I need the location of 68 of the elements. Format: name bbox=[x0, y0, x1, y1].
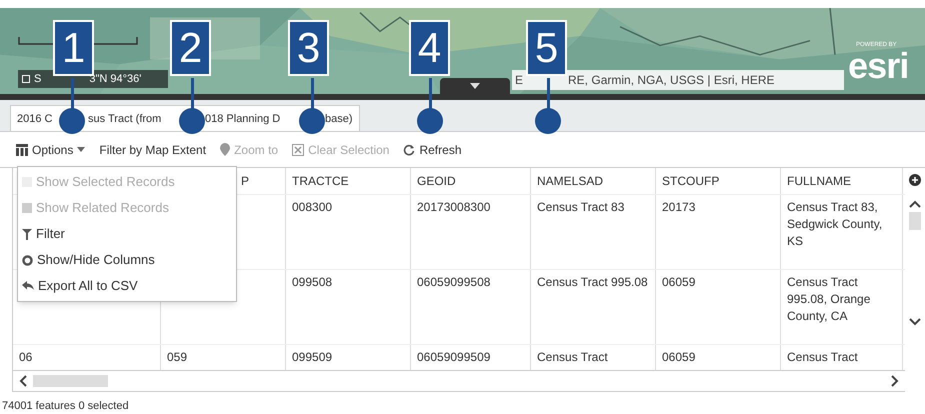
scroll-up-icon bbox=[909, 200, 921, 208]
toolbar-button[interactable]: Filter by Map Extent bbox=[99, 140, 206, 158]
crosshair-icon bbox=[22, 75, 30, 83]
horizontal-scrollbar[interactable] bbox=[13, 370, 905, 392]
table-cell: Census Tract 995.08 bbox=[537, 275, 648, 289]
table-cell: 099509 bbox=[292, 350, 332, 364]
scroll-thumb[interactable] bbox=[33, 375, 108, 387]
leader-line bbox=[311, 78, 314, 110]
coordinates-text: S bbox=[34, 72, 42, 87]
callout-number: 1 bbox=[53, 20, 94, 76]
table-cell: 06059 bbox=[662, 350, 696, 364]
table-cell: Census Tract bbox=[537, 350, 608, 364]
column-header[interactable]: FULLNAME bbox=[787, 172, 852, 190]
table-cell: 06059099508 bbox=[417, 275, 490, 289]
table-cell: Census Tract 995.08, Orange County, CA bbox=[787, 275, 870, 323]
column-header[interactable]: STCOUFP bbox=[662, 172, 720, 190]
table-cell: 06059 bbox=[662, 275, 696, 289]
table-cell: 099508 bbox=[292, 275, 332, 289]
tab-title: 2016 C bbox=[17, 113, 52, 126]
tab-title: sus Tract (from bbox=[88, 113, 162, 126]
status-text: 74001 features 0 selected bbox=[1, 398, 130, 414]
menu-item[interactable]: Export All to CSV bbox=[18, 273, 236, 299]
table-cell: Census Tract 83, Sedgwick County, KS bbox=[787, 200, 882, 248]
table-cell: 008300 bbox=[292, 200, 332, 214]
table-cell: Census Tract 83 bbox=[537, 200, 624, 214]
leader-line bbox=[547, 78, 550, 110]
caret-icon bbox=[470, 83, 480, 89]
table-cell: Census Tract bbox=[787, 350, 858, 364]
menu-item[interactable]: Filter bbox=[18, 221, 236, 247]
add-column-icon[interactable] bbox=[909, 174, 921, 186]
caret-icon bbox=[77, 147, 86, 152]
collapse-tab[interactable] bbox=[440, 78, 510, 94]
scroll-thumb[interactable] bbox=[909, 212, 921, 230]
scroll-down-icon bbox=[909, 318, 921, 326]
callout-number: 2 bbox=[170, 20, 211, 76]
attribution-text: RE, Garmin, NGA, USGS | Esri, HERE bbox=[568, 72, 774, 89]
leader-line bbox=[71, 78, 74, 110]
callout-number: 5 bbox=[526, 20, 567, 76]
menu-item[interactable]: Show/Hide Columns bbox=[18, 247, 236, 273]
callout-number: 4 bbox=[409, 20, 450, 76]
toolbar-button[interactable]: Refresh bbox=[403, 140, 462, 158]
circle-icon bbox=[22, 254, 33, 266]
table-cell: 20173 bbox=[662, 200, 696, 214]
pin-icon bbox=[220, 143, 230, 156]
options-menu-button[interactable]: Options bbox=[16, 140, 86, 158]
table-cell: 06 bbox=[19, 350, 32, 364]
refresh-icon bbox=[403, 144, 416, 156]
table-cell: 20173008300 bbox=[417, 200, 490, 214]
scroll-right-icon bbox=[891, 375, 899, 387]
arrow-icon bbox=[22, 281, 34, 291]
logo: esri bbox=[848, 48, 908, 84]
table-cell: 059 bbox=[167, 350, 188, 364]
list-icon bbox=[22, 203, 32, 213]
leader-line bbox=[191, 78, 194, 110]
column-header[interactable]: TRACTCE bbox=[292, 172, 349, 190]
tab-title: 018 Planning D bbox=[205, 113, 280, 126]
x-box-icon bbox=[292, 144, 304, 156]
attribution-text: E bbox=[515, 72, 524, 89]
tab-title: base) bbox=[325, 113, 353, 126]
column-header[interactable]: P bbox=[241, 172, 250, 190]
scroll-left-icon bbox=[19, 375, 27, 387]
leader-line bbox=[429, 78, 432, 110]
callout-number: 3 bbox=[288, 20, 329, 76]
grid-icon bbox=[16, 144, 28, 156]
column-header[interactable]: GEOID bbox=[417, 172, 456, 190]
funnel-icon bbox=[22, 228, 32, 240]
column-header[interactable]: NAMELSAD bbox=[537, 172, 604, 190]
table-cell: 06059099509 bbox=[417, 350, 490, 364]
